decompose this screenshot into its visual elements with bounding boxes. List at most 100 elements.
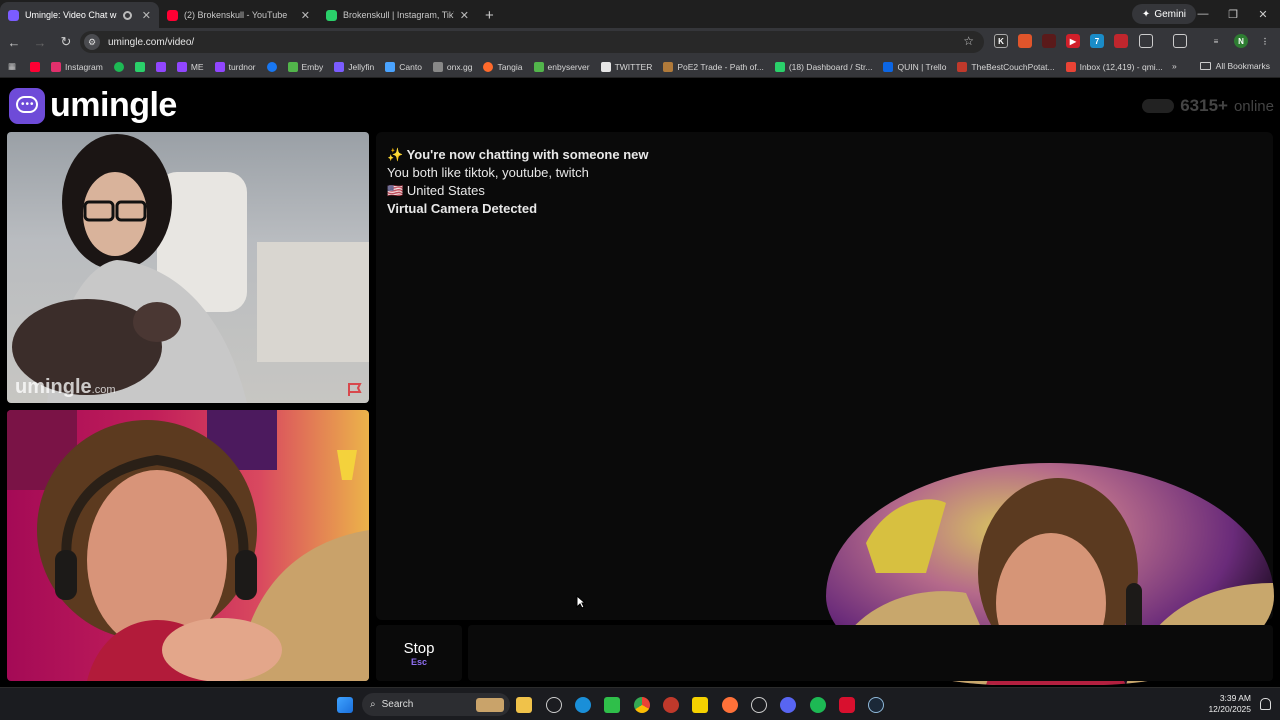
bookmark-item[interactable]: ME <box>176 61 204 72</box>
bookmark-item[interactable]: Jellyfin <box>334 61 374 72</box>
chat-line-text: You're now chatting with someone new <box>406 147 649 162</box>
sticky-notes-icon[interactable] <box>692 697 708 713</box>
stop-button[interactable]: Stop Esc <box>376 625 462 681</box>
all-bookmarks-button[interactable]: » All Bookmarks <box>1172 61 1270 71</box>
message-input[interactable] <box>468 625 1273 681</box>
restore-icon[interactable]: ❐ <box>1218 0 1248 28</box>
notification-bell-icon[interactable] <box>1260 698 1271 710</box>
file-explorer-icon[interactable] <box>516 697 532 713</box>
bookmark-item[interactable]: Tangia <box>483 61 523 72</box>
online-toggle[interactable] <box>1142 99 1175 113</box>
stop-label: Stop <box>403 639 435 657</box>
windows-start-icon[interactable] <box>337 697 353 713</box>
bookmark-item[interactable]: onx.gg <box>432 61 473 72</box>
extension-red-icon[interactable] <box>1114 34 1128 48</box>
close-tab-icon[interactable]: ✕ <box>142 9 151 22</box>
tab-youtube[interactable]: (2) Brokenskull - YouTube ✕ <box>159 2 318 28</box>
bookmark-item[interactable]: turdnor <box>214 61 256 72</box>
sparkle-icon: ✦ <box>1141 8 1151 20</box>
app-orange-icon[interactable] <box>663 697 679 713</box>
onx-icon <box>432 61 443 72</box>
tab-title: Umingle: Video Chat with S <box>25 10 117 20</box>
bookmark-label: onx.gg <box>446 61 473 72</box>
forward-icon[interactable]: → <box>28 30 52 54</box>
site-logo[interactable]: ••• umingle <box>9 86 177 125</box>
extension-fox-icon[interactable] <box>1018 34 1032 48</box>
youtube-icon <box>30 61 41 72</box>
steam-icon[interactable] <box>868 697 884 713</box>
gemini-button[interactable]: ✦ Gemini <box>1131 4 1196 24</box>
report-flag-icon[interactable] <box>346 382 364 397</box>
bookmark-item[interactable] <box>155 61 166 72</box>
discord-icon[interactable] <box>780 697 796 713</box>
extension-youtube-icon[interactable]: ▶ <box>1066 34 1080 48</box>
back-icon[interactable]: ← <box>2 30 26 54</box>
site-info-icon[interactable]: ⚙ <box>84 34 100 50</box>
self-video <box>7 410 369 681</box>
widget-icon[interactable] <box>546 697 562 713</box>
chat-line-text: Virtual Camera Detected <box>387 201 538 216</box>
chevron-right-icon[interactable]: » <box>1172 61 1177 71</box>
bookmark-label: QUIN | Trello <box>897 61 947 72</box>
chat-line-text: You both like tiktok, youtube, twitch <box>387 165 589 180</box>
new-tab-button[interactable]: + <box>477 2 502 28</box>
bookmark-item[interactable]: Inbox (12,419) - qmi... <box>1065 61 1163 72</box>
media-controls-icon[interactable]: ≡ <box>1209 34 1223 48</box>
bookmark-item[interactable]: PoE2 Trade - Path of... <box>663 61 764 72</box>
search-icon: ⌕ <box>370 699 376 710</box>
close-window-icon[interactable]: ✕ <box>1248 0 1278 28</box>
edge-icon[interactable] <box>575 697 591 713</box>
extension-k-icon[interactable]: K <box>994 34 1008 48</box>
bookmark-label: Inbox (12,419) - qmi... <box>1079 61 1163 72</box>
tab-umingle[interactable]: Umingle: Video Chat with S ✕ <box>0 2 159 28</box>
jellyfin-icon <box>334 61 345 72</box>
bookmark-item[interactable] <box>134 61 145 72</box>
apps-grid-icon[interactable]: ▦ <box>8 61 16 72</box>
bookmark-label: Tangia <box>497 61 523 72</box>
bookmark-item[interactable] <box>266 61 277 72</box>
tangia-icon <box>483 61 494 72</box>
instagram-icon <box>51 61 62 72</box>
profile-avatar[interactable]: N <box>1234 34 1248 48</box>
canto-icon <box>385 61 396 72</box>
tab-title: Brokenskull | Instagram, TikTok <box>343 10 454 20</box>
bookmark-item[interactable]: enbyserver <box>533 61 590 72</box>
chat-line: Virtual Camera Detected <box>387 200 649 218</box>
address-bar[interactable]: ⚙ umingle.com/video/ ☆ <box>80 31 984 53</box>
bookmark-item[interactable] <box>113 61 124 72</box>
close-tab-icon[interactable]: ✕ <box>301 9 310 22</box>
minimize-icon[interactable]: — <box>1188 0 1218 28</box>
bookmark-item[interactable] <box>30 61 41 72</box>
reload-icon[interactable]: ↻ <box>54 30 78 54</box>
extension-bug-icon[interactable] <box>1042 34 1056 48</box>
spotify-icon[interactable] <box>810 697 826 713</box>
emby-icon <box>287 61 298 72</box>
bookmark-item[interactable]: Instagram <box>51 61 103 72</box>
app-play-icon[interactable] <box>604 697 620 713</box>
chrome-icon[interactable] <box>634 697 650 713</box>
system-clock[interactable]: 3:39 AM 12/20/2025 <box>1208 693 1251 715</box>
taskbar-search[interactable]: ⌕ Search <box>362 693 510 716</box>
extensions-puzzle-icon[interactable] <box>1139 34 1153 48</box>
menu-kebab-icon[interactable]: ⋮ <box>1258 34 1272 48</box>
app-red-icon[interactable] <box>839 697 855 713</box>
bookmark-label: Instagram <box>65 61 103 72</box>
extension-7tv-icon[interactable]: 7 <box>1090 34 1104 48</box>
bookmark-item[interactable]: Emby <box>287 61 323 72</box>
cast-icon[interactable] <box>1173 34 1187 48</box>
close-tab-icon[interactable]: ✕ <box>460 9 469 22</box>
bookmark-item[interactable]: Canto <box>385 61 422 72</box>
bookmark-star-icon[interactable]: ☆ <box>963 34 974 48</box>
umingle-favicon-icon <box>8 9 19 21</box>
self-video-frame <box>7 410 369 681</box>
bookmark-item[interactable]: (18) Dashboard / Str... <box>774 61 872 72</box>
app-gray-icon[interactable] <box>751 697 767 713</box>
tab-instagram[interactable]: Brokenskull | Instagram, TikTok ✕ <box>318 2 477 28</box>
url-text[interactable]: umingle.com/video/ <box>108 37 194 48</box>
firefox-icon[interactable] <box>722 697 738 713</box>
bookmark-item[interactable]: TheBestCouchPotat... <box>957 61 1055 72</box>
bookmark-item[interactable]: TWITTER <box>600 61 652 72</box>
bookmark-item[interactable]: QUIN | Trello <box>883 61 947 72</box>
online-status: 6315+ online <box>1142 96 1274 116</box>
windows-taskbar: ⌕ Search 3:39 AM 12/20/2025 <box>0 687 1280 720</box>
